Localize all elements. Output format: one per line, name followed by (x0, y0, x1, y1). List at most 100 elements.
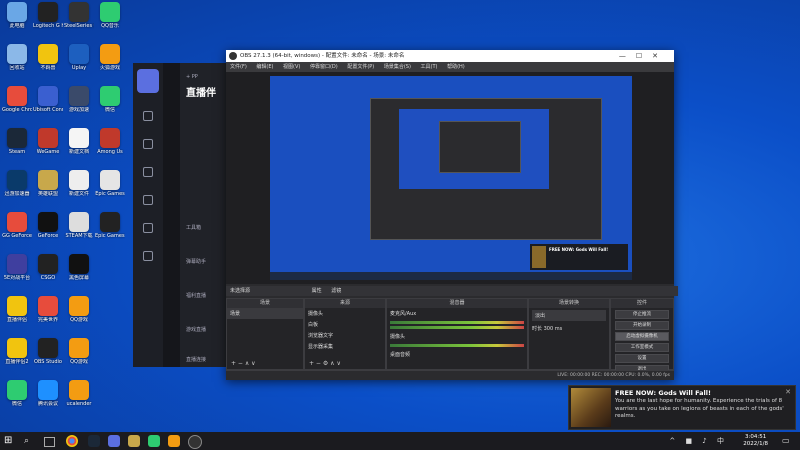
app-icon (7, 86, 27, 106)
desktop-icon[interactable]: Google Chrome (2, 86, 32, 113)
app-taskbar-icon[interactable] (168, 435, 180, 447)
desktop-icon-label: QQ游戏 (70, 317, 88, 323)
start-button[interactable]: ⊞ (4, 435, 16, 447)
desktop-icon[interactable]: 新建文档 (64, 128, 94, 155)
sources-dock-header: 来源 (305, 299, 385, 308)
desktop-icon[interactable]: SteelSeries GG (64, 2, 94, 29)
desktop-icon[interactable]: 微信 (95, 86, 125, 113)
window-controls[interactable]: —☐✕ (619, 50, 668, 62)
system-tray[interactable]: ^ ■ ♪ 中 (669, 436, 728, 446)
task-view-icon[interactable] (44, 437, 55, 447)
desktop-icon[interactable]: 微信 (2, 380, 32, 407)
search-icon[interactable]: ⌕ (24, 435, 36, 447)
source-item[interactable]: 浏览器文字 (305, 330, 385, 341)
virtual-camera-button[interactable]: 启动虚拟摄像机 (615, 332, 669, 341)
minimize-button[interactable]: — (619, 52, 636, 60)
source-item[interactable]: 摄像头 (305, 308, 385, 319)
desktop-icon[interactable]: Logitech G HUB (33, 2, 63, 29)
rail-nav-icon[interactable] (143, 195, 153, 205)
desktop-icon[interactable]: 此电脑 (2, 2, 32, 29)
start-recording-button[interactable]: 开始录制 (615, 321, 669, 330)
filters-button[interactable]: 滤镜 (331, 288, 341, 294)
menu-tools[interactable]: 工具(T) (421, 64, 438, 70)
close-icon[interactable]: ✕ (785, 388, 791, 396)
menu-view[interactable]: 视图(V) (283, 64, 300, 70)
settings-button[interactable]: 设置 (615, 354, 669, 363)
live-app-item[interactable]: 直播连接 (186, 356, 206, 363)
rail-nav-icon[interactable] (143, 167, 153, 177)
menu-scene-collection[interactable]: 场景集合(S) (384, 64, 411, 70)
live-app-logo-icon (137, 69, 159, 93)
desktop-icon[interactable]: 黑色屏幕 (64, 254, 94, 281)
live-app-item[interactable]: + PP (186, 74, 198, 80)
taskbar-clock[interactable]: 3:04:51 2022/1/8 (743, 434, 768, 448)
live-app-item[interactable]: 游戏直播 (186, 326, 206, 333)
desktop-icon[interactable]: CSGO (33, 254, 63, 281)
wechat-taskbar-icon[interactable] (148, 435, 160, 447)
desktop-icon[interactable]: ucalender (64, 380, 94, 407)
desktop-icon[interactable]: 英雄联盟 (33, 170, 63, 197)
desktop-icon[interactable]: 直播伴侣 (2, 296, 32, 323)
obs-taskbar-icon[interactable] (188, 435, 202, 449)
desktop-icon[interactable]: 游戏加速 (64, 86, 94, 113)
desktop-icon[interactable]: Epic Games (95, 170, 125, 197)
desktop-icon[interactable]: 新建文件 (64, 170, 94, 197)
source-item[interactable]: 显示器采集 (305, 341, 385, 352)
maximize-button[interactable]: ☐ (636, 52, 652, 60)
desktop-icon[interactable]: Among Us (95, 128, 125, 155)
close-button[interactable]: ✕ (652, 52, 668, 60)
scene-toolbar[interactable]: + − ∧ ∨ (231, 360, 256, 367)
desktop-icon[interactable]: OBS Studio (33, 338, 63, 365)
desktop-icon[interactable]: GG GeForce (2, 212, 32, 239)
desktop-icon[interactable]: QQ游戏 (64, 338, 94, 365)
nested-preview-inner (439, 121, 521, 173)
desktop-icon[interactable]: Epic Games Launcher (95, 212, 125, 239)
desktop-icon[interactable]: Uplay (64, 44, 94, 71)
desktop-icon[interactable]: 5E对战平台 (2, 254, 32, 281)
rail-nav-icon[interactable] (143, 223, 153, 233)
desktop-icon[interactable]: QQ音乐 (95, 2, 125, 29)
menu-file[interactable]: 文件(F) (230, 64, 247, 70)
live-app-item[interactable]: 福利直播 (186, 292, 206, 299)
obs-status-bar: LIVE: 00:00:00 REC: 00:00:00 CPU: 0.0%, … (226, 370, 674, 380)
steam-taskbar-icon[interactable] (88, 435, 100, 447)
desktop-icon[interactable]: WeGame (33, 128, 63, 155)
transition-select[interactable]: 淡出 (532, 310, 606, 321)
desktop-icon[interactable]: 回收站 (2, 44, 32, 71)
studio-mode-button[interactable]: 工作室模式 (615, 343, 669, 352)
menu-help[interactable]: 帮助(H) (447, 64, 465, 70)
notification-center-icon[interactable]: ▭ (782, 435, 794, 447)
app-icon (100, 86, 120, 106)
game-taskbar-icon[interactable] (128, 435, 140, 447)
properties-button[interactable]: 属性 (312, 288, 322, 294)
rail-nav-icon[interactable] (143, 111, 153, 121)
desktop-icon[interactable]: 腾讯会议 (33, 380, 63, 407)
desktop-icon[interactable]: 不羁兽 (33, 44, 63, 71)
scene-item[interactable]: 场景 (227, 308, 303, 319)
desktop-icon[interactable]: Steam (2, 128, 32, 155)
stop-streaming-button[interactable]: 停止推流 (615, 310, 669, 319)
transition-duration[interactable]: 时长 300 ms (529, 323, 609, 334)
live-app-item[interactable]: 工具箱 (186, 224, 201, 231)
live-app-item[interactable]: 弹幕助手 (186, 258, 206, 265)
menu-docks[interactable]: 停靠窗口(D) (310, 64, 338, 70)
source-item[interactable]: 白板 (305, 319, 385, 330)
desktop-icon[interactable]: 迅游加速器 (2, 170, 32, 197)
rail-nav-icon[interactable] (143, 139, 153, 149)
desktop-icon[interactable]: GeForce (33, 212, 63, 239)
rail-nav-icon[interactable] (143, 251, 153, 261)
menu-profile[interactable]: 配置文件(P) (347, 64, 374, 70)
desktop-icon[interactable]: Ubisoft Connect (33, 86, 63, 113)
menu-edit[interactable]: 编辑(E) (256, 64, 273, 70)
notification-toast[interactable]: FREE NOW: Gods Will Fall! You are the la… (568, 385, 796, 430)
desktop-icon[interactable]: STEAM下载 (64, 212, 94, 239)
desktop-icon-label: ucalender (66, 401, 92, 407)
desktop-icon[interactable]: QQ游戏 (64, 296, 94, 323)
source-toolbar[interactable]: + − ⚙ ∧ ∨ (309, 360, 341, 367)
desktop-icon[interactable]: 火狐游戏 (95, 44, 125, 71)
live-app-taskbar-icon[interactable] (108, 435, 120, 447)
desktop-icon[interactable]: 直播伴侣2 (2, 338, 32, 365)
desktop-icon[interactable]: 完美世界 (33, 296, 63, 323)
obs-preview-canvas[interactable]: FREE NOW: Gods Will Fall! (270, 76, 632, 280)
chrome-taskbar-icon[interactable] (66, 435, 78, 447)
